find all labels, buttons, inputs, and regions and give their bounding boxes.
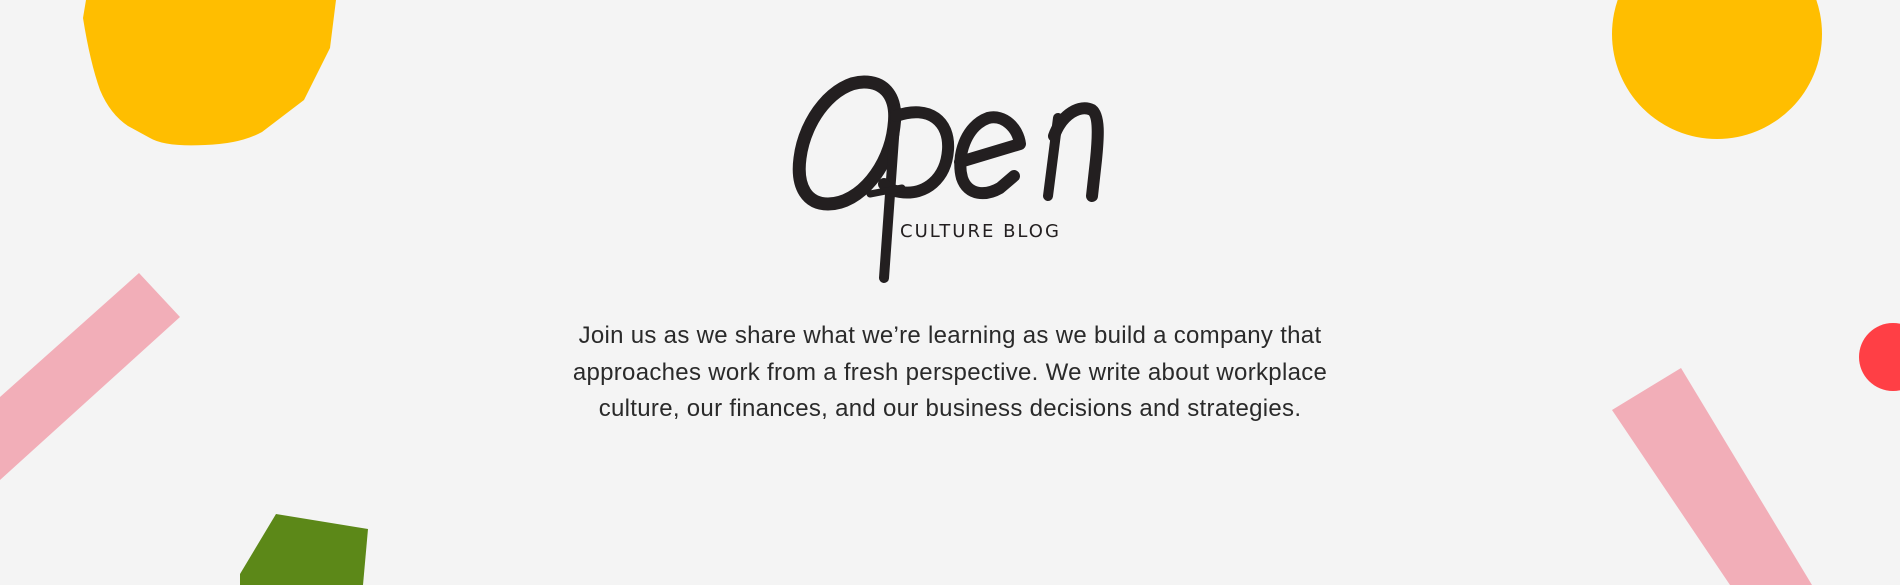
green-quad-shape [240, 514, 368, 585]
yellow-blob-shape [83, 0, 336, 146]
red-half-circle-shape [1859, 323, 1900, 391]
intro-description: Join us as we share what we’re learning … [572, 322, 1328, 422]
blog-logo[interactable] [780, 70, 1120, 290]
blog-subtitle: CULTURE BLOG [900, 221, 1061, 242]
yellow-circle-shape [1612, 0, 1822, 139]
open-logo-wordmark [792, 75, 1104, 283]
hero-section: CULTURE BLOG Join us as we share what we… [0, 0, 1900, 585]
pink-bar-right-shape [1612, 368, 1812, 585]
pink-bar-left-shape [0, 273, 180, 480]
